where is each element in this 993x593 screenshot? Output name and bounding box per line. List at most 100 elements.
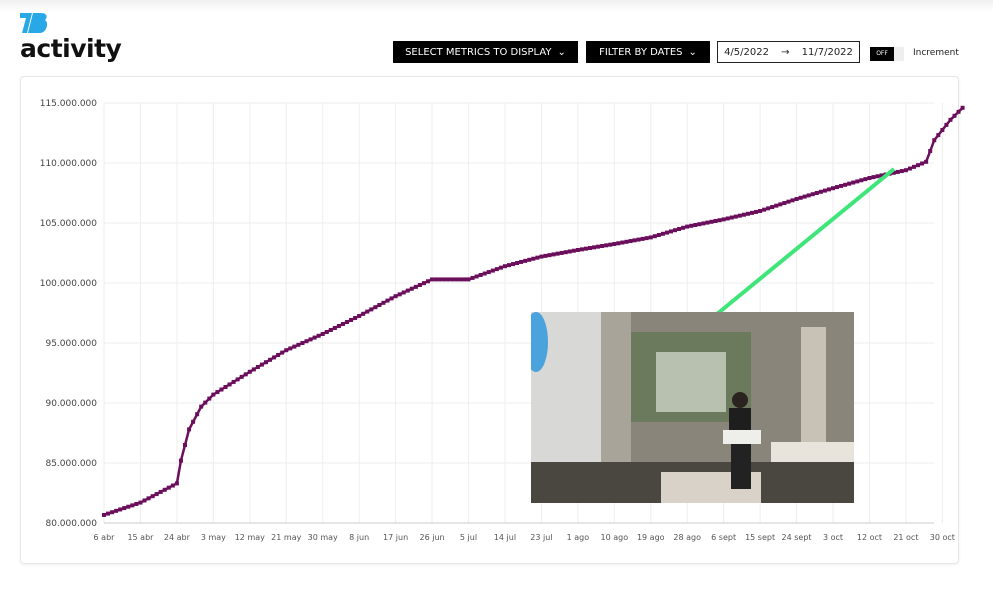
x-tick-label: 5 jul xyxy=(460,533,477,542)
data-point xyxy=(328,328,333,332)
data-point xyxy=(689,223,694,228)
data-point xyxy=(146,496,151,501)
data-point xyxy=(231,379,236,384)
data-point xyxy=(737,213,742,218)
data-point xyxy=(430,277,435,282)
data-point xyxy=(920,161,925,166)
data-point xyxy=(786,199,791,204)
data-point xyxy=(450,277,455,282)
data-point xyxy=(389,296,394,301)
data-point xyxy=(110,510,115,515)
data-point xyxy=(693,223,698,227)
data-point xyxy=(903,168,908,173)
data-point xyxy=(612,242,617,246)
data-point xyxy=(154,492,159,497)
data-point xyxy=(106,511,111,516)
data-point xyxy=(579,247,584,252)
annotation-pointer-line xyxy=(715,167,896,316)
x-tick-label: 1 ago xyxy=(567,533,590,542)
data-point xyxy=(798,195,803,200)
x-tick-label: 8 jun xyxy=(349,533,369,542)
data-point xyxy=(393,294,398,299)
data-point xyxy=(130,503,135,508)
data-point xyxy=(304,339,309,344)
data-point xyxy=(899,169,904,174)
data-point xyxy=(912,164,916,169)
data-point xyxy=(535,255,540,260)
data-point xyxy=(831,186,835,191)
x-tick-label: 17 jun xyxy=(383,533,408,542)
data-point xyxy=(507,263,511,268)
y-tick-label: 95.000.000 xyxy=(45,339,97,349)
data-point xyxy=(421,281,426,286)
data-point xyxy=(296,342,301,347)
data-point xyxy=(588,246,592,250)
data-point xyxy=(122,506,127,511)
data-point xyxy=(729,215,734,220)
data-point xyxy=(199,404,204,409)
data-point xyxy=(750,210,754,215)
data-point xyxy=(664,230,669,235)
data-point xyxy=(835,185,840,190)
video-inset[interactable] xyxy=(531,312,854,503)
data-point xyxy=(288,346,293,351)
data-point xyxy=(928,149,933,153)
data-point xyxy=(308,337,313,342)
data-point xyxy=(272,355,277,360)
x-tick-label: 30 may xyxy=(308,533,338,542)
data-point xyxy=(264,360,268,365)
data-point xyxy=(466,277,471,282)
data-point xyxy=(944,122,949,127)
data-point xyxy=(349,318,354,322)
data-point xyxy=(413,284,418,289)
data-point xyxy=(640,236,645,241)
data-point xyxy=(385,298,390,303)
data-point xyxy=(847,181,852,186)
data-point xyxy=(486,270,491,275)
x-tick-label: 10 ago xyxy=(600,533,628,542)
data-point xyxy=(567,249,572,254)
data-point xyxy=(401,290,406,295)
data-point xyxy=(353,316,358,320)
data-point xyxy=(669,229,673,234)
data-point xyxy=(575,248,580,252)
x-tick-label: 6 sept xyxy=(711,533,736,542)
y-tick-label: 100.000.000 xyxy=(40,279,98,289)
x-tick-label: 24 sept xyxy=(782,533,812,542)
data-point xyxy=(725,216,730,221)
data-point xyxy=(207,396,212,401)
data-point xyxy=(417,283,422,287)
data-point xyxy=(223,385,228,389)
data-point xyxy=(632,238,637,243)
data-point xyxy=(652,234,657,239)
data-point xyxy=(324,330,329,334)
data-point xyxy=(114,508,119,513)
x-tick-label: 14 jul xyxy=(494,533,516,542)
data-point xyxy=(134,501,139,506)
data-point xyxy=(239,374,244,379)
data-point xyxy=(300,341,305,345)
data-point xyxy=(474,274,479,279)
data-point xyxy=(369,307,374,312)
data-point xyxy=(936,133,941,138)
data-point xyxy=(839,183,844,188)
data-point xyxy=(178,458,183,463)
data-point xyxy=(158,489,163,494)
data-point xyxy=(596,244,601,249)
x-tick-label: 3 may xyxy=(201,533,226,542)
data-point xyxy=(162,487,167,492)
data-point xyxy=(802,194,807,199)
data-point xyxy=(758,209,763,213)
data-point xyxy=(490,268,495,273)
data-point xyxy=(195,412,200,417)
data-point xyxy=(292,344,297,349)
data-point xyxy=(442,277,447,282)
data-point xyxy=(701,221,706,226)
x-tick-label: 6 abr xyxy=(94,533,116,542)
data-point xyxy=(685,224,690,229)
data-point xyxy=(863,177,868,182)
data-point xyxy=(818,189,823,194)
x-tick-label: 26 jun xyxy=(420,533,445,542)
data-point xyxy=(434,277,439,282)
data-point xyxy=(519,259,524,264)
